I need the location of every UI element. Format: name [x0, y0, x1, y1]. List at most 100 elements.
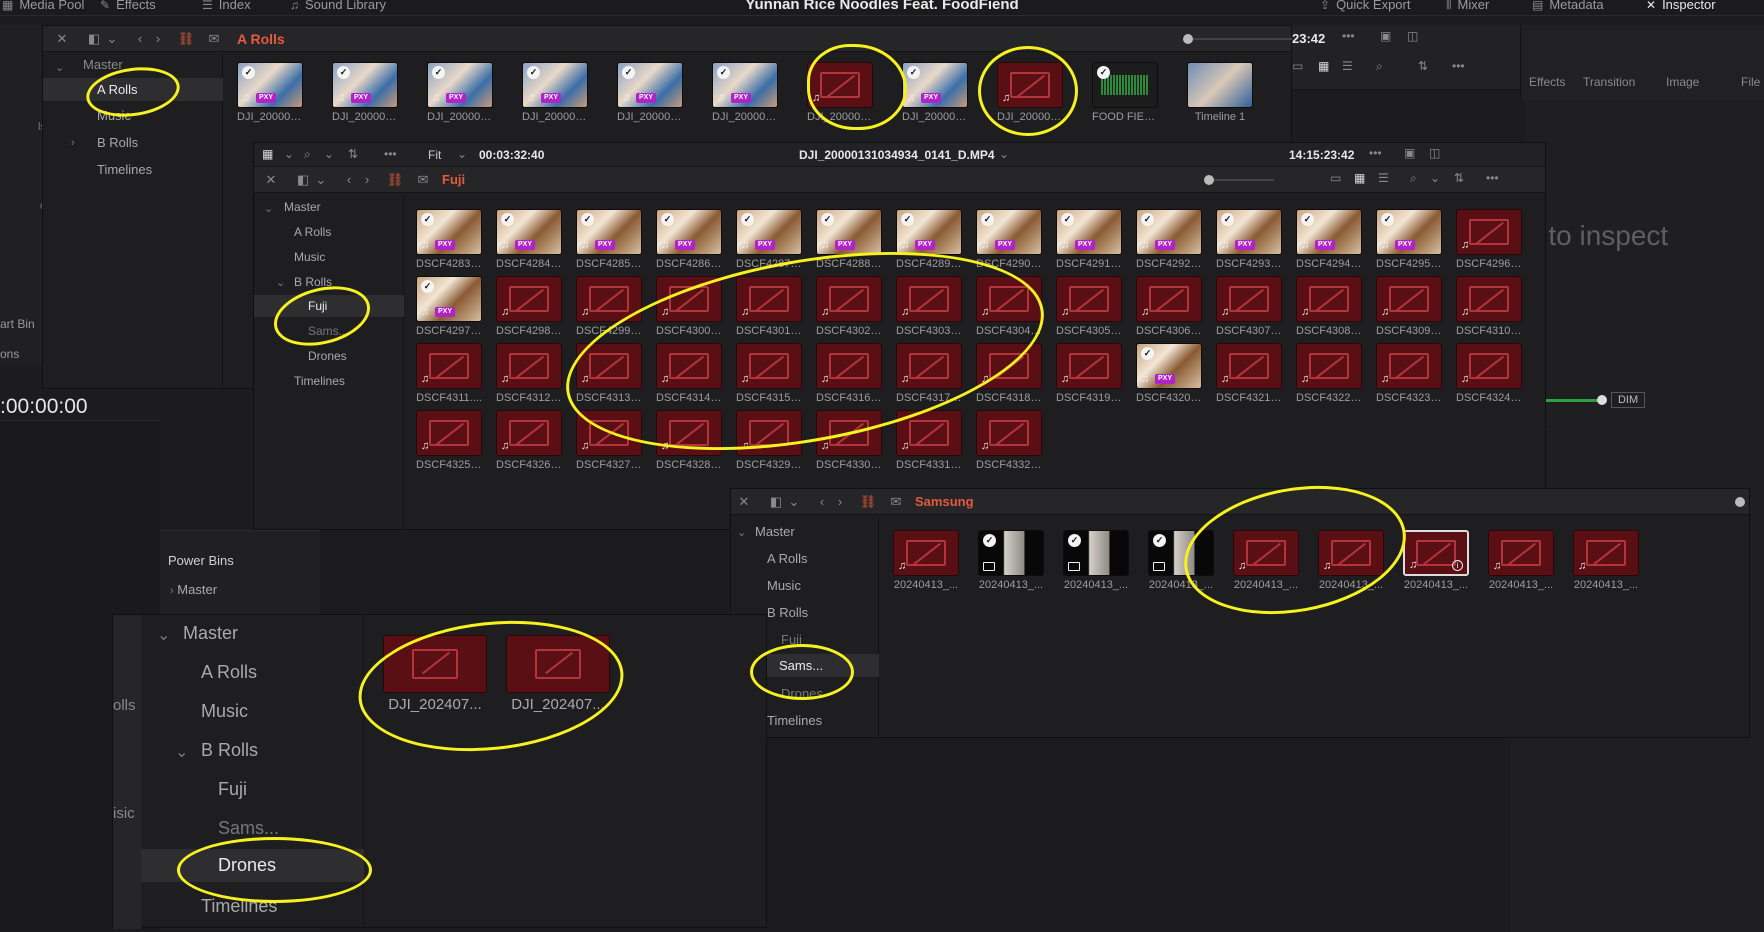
clip[interactable]: ♫ DSCF4319.... [1056, 343, 1122, 404]
forward-icon[interactable]: › [831, 492, 849, 512]
clip[interactable]: ♫ 20240413_... [1318, 530, 1384, 591]
tree-fuji[interactable]: Fuji [781, 632, 802, 647]
tree-master[interactable]: Master [284, 200, 321, 214]
clip-name[interactable]: DJI_20000131034934_0141_D.MP4 [799, 148, 995, 162]
tree-b-rolls[interactable]: B Rolls [294, 275, 332, 289]
mixer-tab[interactable]: ⫼ Mixer [1446, 0, 1489, 12]
clip[interactable]: ♫ DSCF4322.... [1296, 343, 1362, 404]
clip[interactable]: ✓ ♫ PXY DSCF4291.... [1056, 209, 1122, 270]
dim-button[interactable]: DIM [1610, 392, 1646, 408]
file-button[interactable]: File [1741, 75, 1760, 89]
grid-view-icon[interactable]: ▦ [1318, 59, 1329, 73]
clip[interactable]: ✓ ♫ PXY DSCF4293.... [1216, 209, 1282, 270]
tree-fuji[interactable]: Fuji [218, 779, 247, 800]
clip[interactable]: ✓ ♫ PXY DSCF4290.... [976, 209, 1042, 270]
clip[interactable]: ✓ ♫ PXY DSCF4288.... [816, 209, 882, 270]
link-icon[interactable]: ⛓ [859, 492, 877, 512]
search-icon[interactable]: ⌕ [1410, 171, 1417, 186]
tree-master[interactable]: Master [183, 623, 238, 644]
tree-a-rolls[interactable]: A Rolls [43, 78, 223, 101]
clip[interactable]: ✓ FOOD FIEN... [1092, 62, 1158, 123]
sort-icon[interactable]: ⇅ [1454, 171, 1464, 185]
dual-view-icon[interactable]: ◫ [1429, 146, 1440, 160]
dual-view-icon[interactable]: ◫ [1407, 29, 1418, 43]
chevron-down-icon[interactable]: ⌄ [284, 147, 294, 161]
tree-timelines[interactable]: Timelines [201, 896, 277, 917]
sidebar-toggle-icon[interactable]: ◧ [294, 170, 312, 190]
power-bins-master[interactable]: › Master [170, 582, 217, 597]
clip[interactable]: ✓ ♫ PXY DSCF4295.... [1376, 209, 1442, 270]
tree-timelines[interactable]: Timelines [767, 713, 822, 728]
tree-a-rolls[interactable]: A Rolls [294, 225, 331, 239]
tree-master[interactable]: Master [83, 57, 123, 72]
clip[interactable]: ♫ DJI_200001... [807, 62, 873, 123]
chevron-down-icon[interactable]: ⌄ [999, 147, 1009, 161]
image-icon[interactable]: ▣ [1380, 29, 1391, 43]
more-icon[interactable]: ••• [1369, 146, 1382, 160]
clip[interactable]: ✓ 20240413_... [1148, 530, 1214, 591]
sidebar-toggle-icon[interactable]: ◧ [767, 492, 785, 512]
quick-export-tab[interactable]: ⇪ Quick Export [1320, 0, 1410, 12]
inspector-tab[interactable]: ✕ Inspector [1646, 0, 1716, 12]
comment-icon[interactable]: ✉ [205, 29, 223, 49]
chevron-down-icon[interactable]: ⌄ [785, 492, 803, 512]
clip[interactable]: ✓ ♫ PXY DJI_200001... [617, 62, 683, 123]
zoom-slider-track[interactable] [1193, 38, 1293, 40]
clip[interactable]: ♫ DSCF4332.... [976, 410, 1042, 471]
clip[interactable]: ✓ ♫ PXY DSCF4283.... [416, 209, 482, 270]
clip[interactable]: ♫ DSCF4317.... [896, 343, 962, 404]
clip[interactable]: ♫ 20240413_... [1233, 530, 1299, 591]
tree-b-rolls[interactable]: B Rolls [767, 605, 808, 620]
clip[interactable]: ♫ DSCF4311.... [416, 343, 482, 404]
search-icon[interactable]: ⌕ [1376, 59, 1383, 74]
image-button[interactable]: Image [1666, 75, 1699, 89]
clip[interactable]: ♫ 20240413_... [893, 530, 959, 591]
clip[interactable]: Timeline 1 [1187, 62, 1253, 123]
fit-dropdown[interactable]: Fit [428, 148, 441, 162]
more-icon[interactable]: ••• [1486, 171, 1499, 185]
list-view-icon[interactable]: ▭ [1330, 171, 1341, 185]
clip[interactable]: ✓ ♫ PXY DJI_200001... [237, 62, 303, 123]
clip[interactable]: ♫ DSCF4325.... [416, 410, 482, 471]
tree-drones[interactable]: Drones [141, 849, 364, 882]
tree-music[interactable]: Music [294, 250, 325, 264]
image-icon[interactable]: ▣ [1404, 146, 1415, 160]
clip[interactable]: ♫ DSCF4318.... [976, 343, 1042, 404]
clip[interactable]: ♫ DSCF4324.... [1456, 343, 1522, 404]
clip[interactable]: ♫ DSCF4303.... [896, 276, 962, 337]
clip[interactable]: ✓ ♫ PXY DSCF4289.... [896, 209, 962, 270]
grid-view-icon[interactable]: ▦ [262, 147, 273, 161]
close-icon[interactable]: ✕ [53, 29, 71, 49]
chevron-down-icon[interactable]: ⌄ [103, 29, 121, 49]
tree-samsung[interactable]: Sams... [308, 324, 349, 338]
clip[interactable]: ✓ ♫ PXY DJI_200001... [427, 62, 493, 123]
back-icon[interactable]: ‹ [131, 29, 149, 49]
tree-drones[interactable]: Drones [781, 686, 823, 701]
clip[interactable]: ✓ ♫ PXY DJI_200001... [712, 62, 778, 123]
effects-button[interactable]: Effects [1529, 75, 1565, 89]
clip[interactable]: ♫ DSCF4314.... [656, 343, 722, 404]
back-icon[interactable]: ‹ [813, 492, 831, 512]
tree-samsung[interactable]: Sams... [218, 818, 279, 839]
zoom-slider-handle[interactable] [1735, 497, 1745, 507]
clip[interactable]: ♫ DSCF4310.... [1456, 276, 1522, 337]
clip[interactable]: ♫ DSCF4302.... [816, 276, 882, 337]
clip[interactable]: ♫ DSCF4328.... [656, 410, 722, 471]
transition-button[interactable]: Transition [1583, 75, 1635, 89]
clip[interactable]: ✓ ♫ PXY DSCF4286.... [656, 209, 722, 270]
tree-a-rolls[interactable]: A Rolls [767, 551, 807, 566]
chevron-down-icon[interactable]: ⌄ [324, 147, 334, 161]
clip[interactable]: ♫ DSCF4315.... [736, 343, 802, 404]
clip[interactable]: ♫ DSCF4296.... [1456, 209, 1522, 270]
clip[interactable]: ♫ DSCF4300.... [656, 276, 722, 337]
tree-timelines[interactable]: Timelines [294, 374, 345, 388]
clip[interactable]: ✓ ♫ PXY DSCF4294.... [1296, 209, 1362, 270]
clip[interactable]: ✓ ♫ PXY DSCF4320.... [1136, 343, 1202, 404]
zoom-slider-handle[interactable] [1183, 34, 1193, 44]
zoom-slider-handle[interactable] [1204, 175, 1214, 185]
metadata-tab[interactable]: ▤ Metadata [1532, 0, 1604, 12]
link-icon[interactable]: ⛓ [386, 170, 404, 190]
clip[interactable]: ✓ ♫ PXY DSCF4284.... [496, 209, 562, 270]
chevron-down-icon[interactable]: ⌄ [312, 170, 330, 190]
clip[interactable]: ✓ 20240413_... [978, 530, 1044, 591]
